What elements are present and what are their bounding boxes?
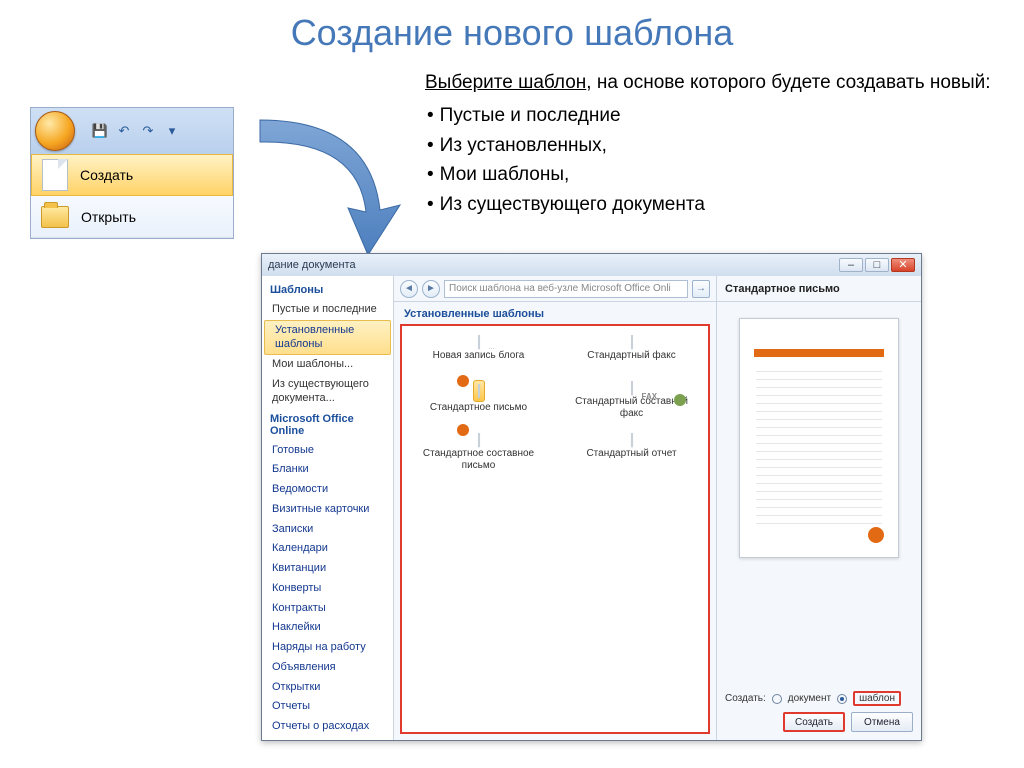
office-button[interactable] — [35, 111, 75, 151]
template-search-input[interactable]: Поиск шаблона на веб-узле Microsoft Offi… — [444, 280, 688, 298]
sidebar-item-online[interactable]: Записки — [262, 520, 393, 540]
template-category-sidebar: Шаблоны Пустые и последние Установленные… — [262, 276, 394, 740]
template-preview-pane: Стандартное письмо Создать: документ шаб… — [717, 276, 921, 740]
template-label: Стандартное составное письмо — [410, 448, 547, 471]
radio-template[interactable] — [837, 694, 847, 704]
dialog-title-text: дание документа — [268, 259, 839, 271]
new-document-dialog: дание документа – □ ✕ Шаблоны Пустые и п… — [261, 253, 922, 741]
preview-title: Стандартное письмо — [717, 276, 921, 302]
sidebar-item-online[interactable]: Бланки — [262, 460, 393, 480]
template-label: Стандартное письмо — [410, 402, 547, 424]
radio-document-label: документ — [788, 693, 831, 704]
search-toolbar: ◄ ► Поиск шаблона на веб-узле Microsoft … — [394, 276, 716, 302]
sidebar-item-online[interactable]: Готовые — [262, 441, 393, 461]
radio-template-label: шаблон — [853, 691, 901, 706]
template-label: Новая запись блога — [410, 350, 547, 372]
sidebar-item-my-templates[interactable]: Мои шаблоны... — [262, 355, 393, 375]
radio-document[interactable] — [772, 694, 782, 704]
gallery-highlight-box: ··· Новая запись блога Стандартный факс … — [400, 324, 710, 734]
sidebar-item-online[interactable]: Отчеты — [262, 697, 393, 717]
bullet: Мои шаблоны, — [425, 160, 991, 189]
search-go-button[interactable]: → — [692, 280, 710, 298]
sidebar-item-online[interactable]: Наклейки — [262, 618, 393, 638]
template-tile-blog[interactable]: ··· Новая запись блога — [410, 334, 547, 372]
template-gallery-pane: ◄ ► Поиск шаблона на веб-узле Microsoft … — [394, 276, 717, 740]
sidebar-header-templates: Шаблоны — [262, 280, 393, 300]
sidebar-item-online[interactable]: Открытки — [262, 678, 393, 698]
bullet: Пустые и последние — [425, 101, 991, 130]
sidebar-item-online[interactable]: Наряды на работу — [262, 638, 393, 658]
instruction-lead: Выберите шаблон — [425, 72, 586, 93]
sidebar-item-online[interactable]: Письма — [262, 737, 393, 740]
sidebar-item-online[interactable]: Объявления — [262, 658, 393, 678]
preview-page-thumbnail — [739, 318, 899, 558]
save-icon[interactable]: 💾 — [89, 120, 111, 142]
menu-item-create[interactable]: Создать — [31, 154, 233, 196]
template-tile-standard-letter[interactable]: Стандартное письмо — [410, 380, 547, 424]
sidebar-item-online[interactable]: Конверты — [262, 579, 393, 599]
bullet: Из существующего документа — [425, 190, 991, 219]
customize-qat-icon[interactable]: ▾ — [161, 120, 183, 142]
dialog-footer: Создать: документ шаблон Создать Отмена — [717, 685, 921, 740]
template-tile-fax[interactable]: Стандартный факс — [563, 334, 700, 372]
sidebar-item-blank-recent[interactable]: Пустые и последние — [262, 300, 393, 320]
create-as-label: Создать: — [725, 693, 766, 704]
redo-icon[interactable]: ↷ — [137, 120, 159, 142]
menu-label: Создать — [80, 167, 133, 183]
nav-back-button[interactable]: ◄ — [400, 280, 418, 298]
sidebar-header-office-online: Microsoft Office Online — [262, 409, 393, 441]
new-document-icon — [42, 159, 68, 191]
template-label: Стандартный факс — [563, 350, 700, 372]
sidebar-item-from-existing[interactable]: Из существующего документа... — [262, 375, 393, 409]
sidebar-item-online[interactable]: Отчеты о расходах — [262, 717, 393, 737]
instruction-tail: , на основе которого будете создавать но… — [586, 72, 990, 93]
dialog-titlebar[interactable]: дание документа – □ ✕ — [262, 254, 921, 276]
bullet: Из установленных, — [425, 131, 991, 160]
sidebar-item-online[interactable]: Календари — [262, 539, 393, 559]
instruction-bullets: Пустые и последние Из установленных, Мои… — [425, 101, 991, 219]
menu-label: Открыть — [81, 209, 136, 225]
sidebar-item-online[interactable]: Контракты — [262, 599, 393, 619]
cancel-button[interactable]: Отмена — [851, 712, 913, 732]
sidebar-item-online[interactable]: Квитанции — [262, 559, 393, 579]
gallery-heading: Установленные шаблоны — [394, 302, 716, 324]
undo-icon[interactable]: ↶ — [113, 120, 135, 142]
nav-forward-button[interactable]: ► — [422, 280, 440, 298]
slide-title: Создание нового шаблона — [0, 0, 1024, 60]
create-button[interactable]: Создать — [783, 712, 845, 732]
template-tile-merge-letter[interactable]: Стандартное составное письмо — [410, 432, 547, 471]
menu-item-open[interactable]: Открыть — [31, 196, 233, 238]
office-menu-snippet: 💾 ↶ ↷ ▾ Создать Открыть — [30, 107, 234, 239]
instruction-block: Выберите шаблон, на основе которого буде… — [425, 68, 991, 219]
quick-access-toolbar: 💾 ↶ ↷ ▾ — [31, 108, 233, 154]
guide-arrow — [240, 110, 410, 260]
sidebar-item-online[interactable]: Визитные карточки — [262, 500, 393, 520]
open-folder-icon — [41, 206, 69, 228]
window-minimize-button[interactable]: – — [839, 258, 863, 272]
window-maximize-button[interactable]: □ — [865, 258, 889, 272]
sidebar-item-online[interactable]: Ведомости — [262, 480, 393, 500]
template-tile-report[interactable]: Стандартный отчет — [563, 432, 700, 471]
window-close-button[interactable]: ✕ — [891, 258, 915, 272]
sidebar-item-installed-templates[interactable]: Установленные шаблоны — [264, 320, 391, 356]
template-label: Стандартный отчет — [563, 448, 700, 470]
